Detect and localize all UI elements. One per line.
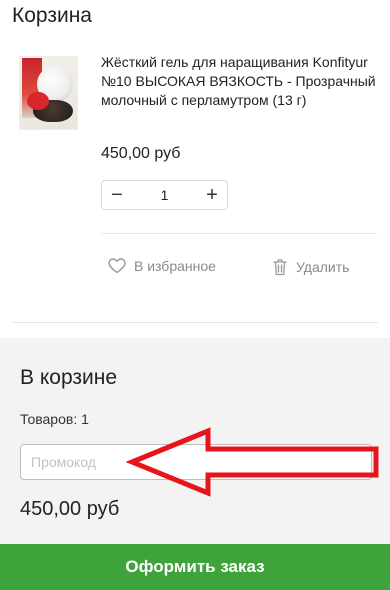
product-price: 450,00 руб	[101, 145, 181, 162]
trash-icon	[273, 259, 287, 276]
quantity-value[interactable]: 1	[132, 187, 197, 203]
items-count: Товаров: 1	[20, 411, 89, 427]
delete-button[interactable]: Удалить	[272, 258, 349, 276]
cart-total: 450,00 руб	[20, 498, 120, 520]
annotation-arrow-icon	[126, 427, 379, 497]
quantity-stepper: − 1 +	[101, 180, 228, 210]
add-to-favorites-button[interactable]: В избранное	[108, 258, 216, 274]
page-title: Корзина	[12, 4, 92, 27]
favorite-label: В избранное	[134, 258, 216, 274]
divider	[12, 322, 378, 323]
summary-title: В корзине	[20, 366, 118, 389]
increment-button[interactable]: +	[197, 181, 227, 209]
checkout-button[interactable]: Оформить заказ	[0, 544, 390, 590]
product-image[interactable]	[19, 56, 78, 130]
product-name[interactable]: Жёсткий гель для наращивания Konfityur №…	[101, 53, 381, 110]
heart-icon	[108, 258, 126, 274]
divider	[101, 233, 377, 234]
delete-label: Удалить	[296, 259, 350, 275]
decrement-button[interactable]: −	[102, 181, 132, 209]
